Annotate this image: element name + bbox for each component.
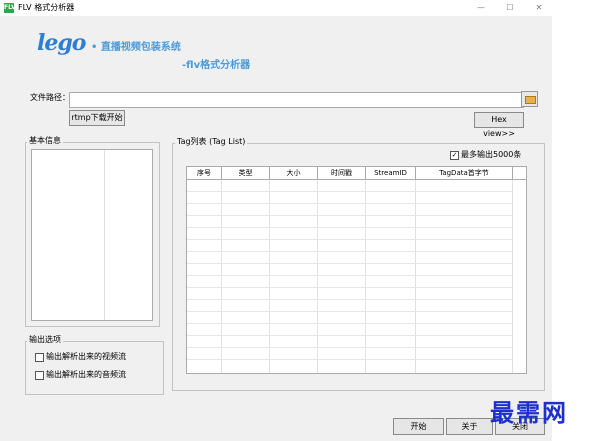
column-header[interactable]: TagData首字节	[416, 167, 513, 179]
column-header[interactable]: 大小	[270, 167, 318, 179]
column-divider	[317, 180, 318, 373]
folder-icon	[525, 96, 536, 104]
column-header[interactable]: 时间戳	[318, 167, 366, 179]
grid-line	[187, 239, 512, 240]
watermark: 最需网	[490, 398, 568, 427]
rtmp-download-button[interactable]: rtmp下载开始	[69, 110, 125, 126]
window-margin	[552, 16, 599, 441]
tag-list-title: Tag列表 (Tag List)	[175, 137, 248, 147]
grid-line	[187, 347, 512, 348]
column-header-filler	[513, 167, 526, 179]
grid-line	[187, 251, 512, 252]
browse-button[interactable]	[521, 91, 538, 107]
basic-info-title: 基本信息	[27, 136, 63, 146]
audio-stream-label: 输出解析出来的音频流	[46, 370, 126, 379]
column-divider	[221, 180, 222, 373]
max-output-label: 最多输出5000条	[461, 150, 522, 159]
grid-line	[187, 191, 512, 192]
file-path-input[interactable]	[69, 92, 524, 108]
column-divider	[269, 180, 270, 373]
brand-logo: lego	[37, 30, 86, 56]
grid-line	[187, 299, 512, 300]
column-divider	[415, 180, 416, 373]
grid-line	[187, 203, 512, 204]
app-icon: FLV	[4, 3, 16, 13]
column-header[interactable]: StreamID	[366, 167, 416, 179]
grid-line	[187, 335, 512, 336]
video-stream-label: 输出解析出来的视频流	[46, 352, 126, 361]
video-stream-checkbox[interactable]	[35, 353, 44, 362]
header-underline	[187, 179, 526, 180]
column-divider	[365, 180, 366, 373]
grid-line	[187, 215, 512, 216]
file-path-label: 文件路径：	[30, 93, 70, 102]
grid-line	[187, 323, 512, 324]
max-output-checkbox[interactable]: ✓	[450, 151, 459, 160]
maximize-icon[interactable]: ☐	[497, 0, 523, 16]
grid-line	[187, 275, 512, 276]
column-header[interactable]: 类型	[222, 167, 270, 179]
basic-info-list[interactable]	[31, 149, 153, 321]
brand-tagline: • 直播视频包装系统	[91, 42, 181, 53]
column-header[interactable]: 序号	[187, 167, 222, 179]
column-divider	[512, 180, 513, 373]
audio-stream-checkbox[interactable]	[35, 371, 44, 380]
tag-list-table[interactable]: 序号 类型 大小 时间戳 StreamID TagData首字节	[186, 166, 527, 374]
hex-view-button[interactable]: Hex view>>	[474, 112, 524, 138]
close-icon[interactable]: ✕	[526, 0, 552, 16]
start-button[interactable]: 开始	[393, 418, 444, 435]
grid-line	[187, 227, 512, 228]
grid-line	[187, 359, 512, 360]
window-title: FLV 格式分析器	[18, 3, 75, 12]
about-button[interactable]: 关于	[446, 418, 493, 435]
app-subtitle: -flv格式分析器	[182, 60, 251, 71]
grid-line	[187, 263, 512, 264]
column-divider	[104, 150, 105, 320]
output-options-group	[25, 341, 164, 395]
grid-line	[187, 311, 512, 312]
minimize-icon[interactable]: —	[468, 0, 494, 16]
grid-line	[187, 287, 512, 288]
title-bar: FLV FLV 格式分析器 — ☐ ✕	[0, 0, 599, 16]
output-options-title: 输出选项	[27, 335, 63, 345]
